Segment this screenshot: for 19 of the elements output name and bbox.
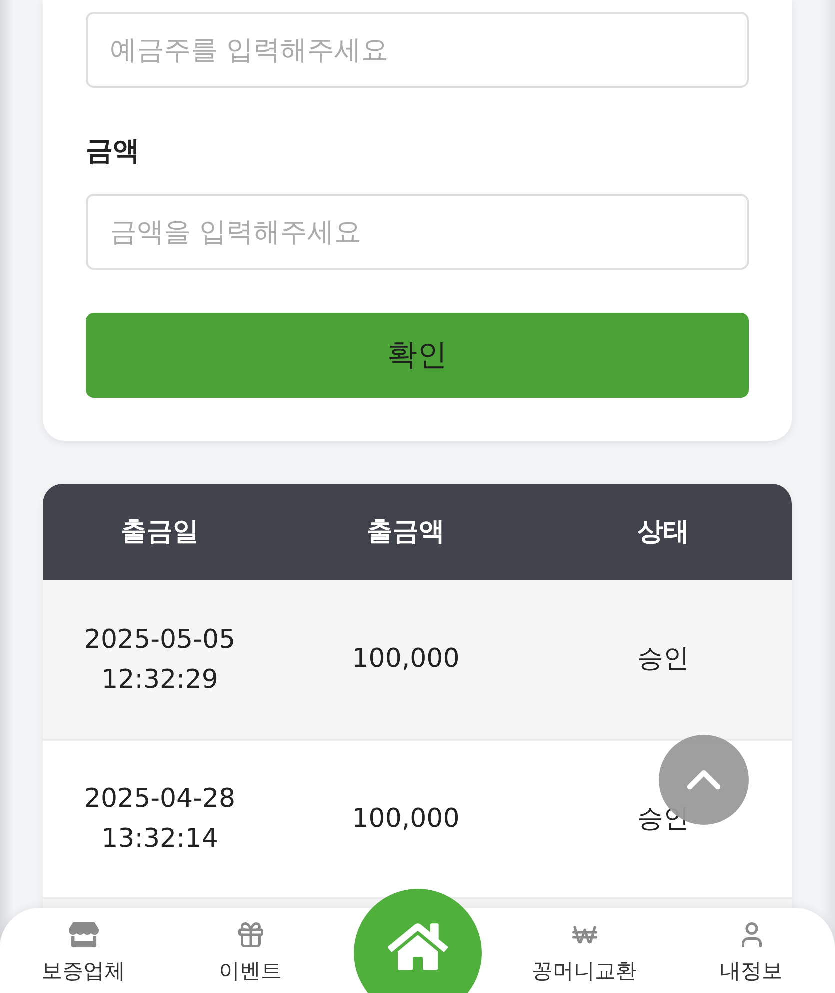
nav-tab[interactable]: 내정보 (668, 908, 835, 993)
input-field[interactable]: 예금주를 입력해주세요 (86, 12, 749, 88)
column-header: 출금일 (121, 516, 199, 548)
nav-tab[interactable]: 보증업체 (0, 908, 167, 993)
nav-tab[interactable]: 이벤트 (167, 908, 334, 993)
confirm-button[interactable]: 확인 (86, 313, 749, 398)
nav-tab[interactable]: 꽁머니교환 (501, 908, 668, 993)
amount-cell-text: 100,000 (352, 643, 460, 676)
column-header: 상태 (638, 516, 690, 548)
status-cell-text: 승인 (638, 802, 690, 836)
store-icon (68, 920, 98, 950)
column-header: 출금액 (367, 516, 445, 548)
amount-cell-text: 100,000 (352, 802, 460, 836)
status-cell-text: 승인 (638, 643, 690, 676)
input-field[interactable]: 금액을 입력해주세요 (86, 194, 749, 270)
field-label: 금액 (86, 135, 140, 169)
date-cell-text: 2025-04-28 13:32:14 (83, 783, 237, 856)
date-cell-text: 2025-05-05 12:32:29 (83, 624, 237, 696)
gift-icon (236, 920, 266, 950)
